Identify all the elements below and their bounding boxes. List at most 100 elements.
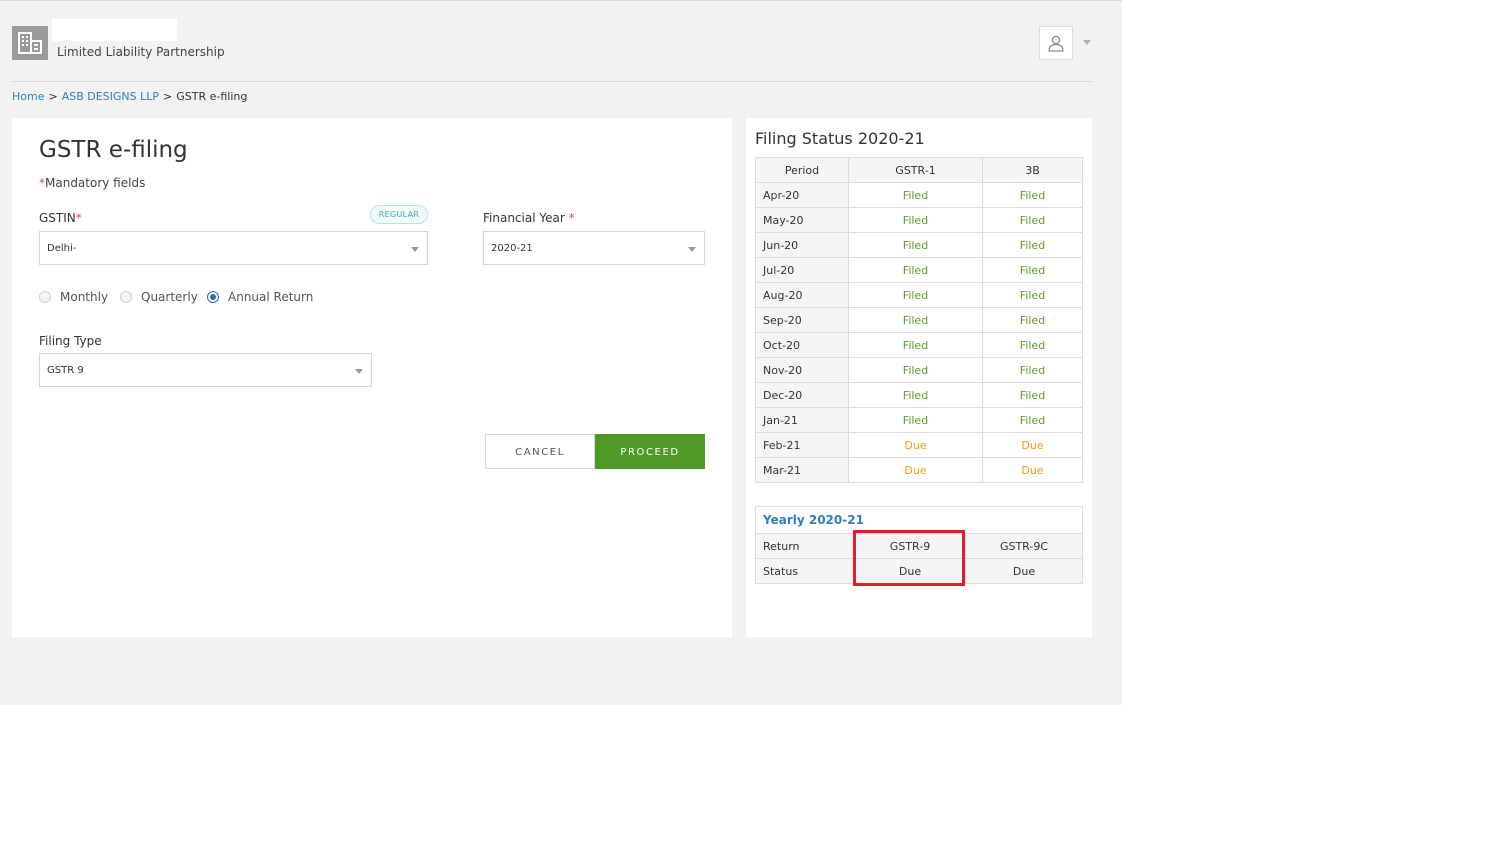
gstr1-status-cell: Filed (848, 382, 983, 408)
yearly-return-gstr9c: GSTR-9C (965, 534, 1082, 559)
breadcrumb-separator: > (163, 90, 173, 103)
table-row: Jul-20 Filed Filed (755, 257, 1083, 283)
radio-annual-return[interactable]: Annual Return (207, 290, 313, 304)
financial-year-label: Financial Year * (483, 211, 575, 225)
cancel-button[interactable]: CANCEL (485, 434, 595, 469)
filing-type-select-value: GSTR 9 (47, 365, 84, 376)
table-row: Apr-20 Filed Filed (755, 182, 1083, 208)
column-header-period: Period (755, 157, 849, 183)
3b-status-cell: Filed (982, 332, 1083, 358)
gstr1-status-cell: Filed (848, 282, 983, 308)
efiling-form-card: GSTR e-filing *Mandatory fields GSTIN* R… (12, 118, 732, 637)
table-row: Aug-20 Filed Filed (755, 282, 1083, 308)
org-type-label: Limited Liability Partnership (57, 45, 225, 59)
3b-status-cell: Filed (982, 407, 1083, 433)
gstin-select[interactable]: Delhi- (39, 231, 428, 265)
building-icon (12, 26, 48, 60)
filing-status-title: Filing Status 2020-21 (755, 129, 925, 148)
period-cell: Dec-20 (755, 382, 849, 408)
period-cell: Jun-20 (755, 232, 849, 258)
filing-type-label: Filing Type (39, 334, 102, 348)
yearly-status-gstr9: Due (854, 558, 966, 583)
period-cell: Feb-21 (755, 432, 849, 458)
required-asterisk: * (75, 211, 82, 225)
filing-type-select[interactable]: GSTR 9 (39, 353, 372, 387)
period-cell: Nov-20 (755, 357, 849, 383)
table-row: Jan-21 Filed Filed (755, 407, 1083, 433)
gstin-select-value: Delhi- (47, 243, 77, 254)
3b-status-cell: Due (982, 457, 1083, 483)
yearly-status-table: Return GSTR-9 GSTR-9C Status Due Due (756, 534, 1082, 583)
3b-status-cell: Due (982, 432, 1083, 458)
gstr1-status-cell: Filed (848, 407, 983, 433)
table-row: May-20 Filed Filed (755, 207, 1083, 233)
3b-status-cell: Filed (982, 307, 1083, 333)
gstr1-status-cell: Filed (848, 332, 983, 358)
gstr1-status-cell: Filed (848, 232, 983, 258)
period-cell: May-20 (755, 207, 849, 233)
user-icon[interactable] (1039, 26, 1073, 60)
gstin-type-badge: REGULAR (370, 205, 428, 224)
gstr1-status-cell: Filed (848, 207, 983, 233)
gstr1-status-cell: Filed (848, 357, 983, 383)
org-name-redacted (52, 19, 177, 41)
gstr1-status-cell: Filed (848, 182, 983, 208)
table-row: Nov-20 Filed Filed (755, 357, 1083, 383)
chevron-down-icon (411, 247, 419, 252)
chevron-down-icon[interactable] (1083, 40, 1091, 45)
gstr1-status-cell: Due (848, 432, 983, 458)
period-cell: Mar-21 (755, 457, 849, 483)
radio-indicator[interactable] (39, 291, 51, 303)
breadcrumb-current: GSTR e-filing (176, 90, 248, 103)
period-cell: Aug-20 (755, 282, 849, 308)
gstr1-status-cell: Filed (848, 307, 983, 333)
table-row: Feb-21 Due Due (755, 432, 1083, 458)
table-row: Oct-20 Filed Filed (755, 332, 1083, 358)
page-title: GSTR e-filing (39, 137, 188, 163)
financial-year-select-value: 2020-21 (491, 243, 533, 254)
table-header-row: Period GSTR-1 3B (755, 157, 1083, 183)
radio-quarterly[interactable]: Quarterly (120, 290, 198, 304)
radio-quarterly-label: Quarterly (141, 290, 198, 304)
table-row: Jun-20 Filed Filed (755, 232, 1083, 258)
table-row: Status Due Due (756, 558, 1082, 583)
period-cell: Oct-20 (755, 332, 849, 358)
3b-status-cell: Filed (982, 207, 1083, 233)
app-window: Limited Liability Partnership Home > ASB D… (0, 0, 1122, 705)
radio-monthly[interactable]: Monthly (39, 290, 108, 304)
financial-year-select[interactable]: 2020-21 (483, 231, 705, 265)
breadcrumb: Home > ASB DESIGNS LLP > GSTR e-filing (12, 90, 247, 103)
3b-status-cell: Filed (982, 257, 1083, 283)
radio-annual-return-label: Annual Return (228, 290, 314, 304)
breadcrumb-company-link[interactable]: ASB DESIGNS LLP (62, 90, 159, 103)
gstin-label-text: GSTIN (39, 211, 76, 225)
table-row: Mar-21 Due Due (755, 457, 1083, 483)
chevron-down-icon (688, 247, 696, 252)
required-asterisk: * (568, 211, 575, 225)
proceed-button[interactable]: PROCEED (595, 434, 705, 469)
3b-status-cell: Filed (982, 282, 1083, 308)
breadcrumb-separator: > (48, 90, 58, 103)
column-header-3b: 3B (982, 157, 1083, 183)
3b-status-cell: Filed (982, 382, 1083, 408)
breadcrumb-home-link[interactable]: Home (12, 90, 44, 103)
gstr1-status-cell: Due (848, 457, 983, 483)
chevron-down-icon (355, 369, 363, 374)
3b-status-cell: Filed (982, 182, 1083, 208)
period-cell: Apr-20 (755, 182, 849, 208)
app-header: Limited Liability Partnership (12, 19, 1092, 82)
yearly-status-panel: Yearly 2020-21 Return GSTR-9 GSTR-9C Sta… (755, 506, 1083, 584)
table-row: Dec-20 Filed Filed (755, 382, 1083, 408)
period-cell: Jan-21 (755, 407, 849, 433)
table-row: Sep-20 Filed Filed (755, 307, 1083, 333)
mandatory-note: *Mandatory fields (39, 176, 145, 190)
3b-status-cell: Filed (982, 357, 1083, 383)
3b-status-cell: Filed (982, 232, 1083, 258)
radio-indicator[interactable] (120, 291, 132, 303)
mandatory-text: Mandatory fields (45, 176, 146, 190)
period-cell: Jul-20 (755, 257, 849, 283)
yearly-status-gstr9c: Due (965, 558, 1082, 583)
period-cell: Sep-20 (755, 307, 849, 333)
yearly-return-gstr9: GSTR-9 (854, 534, 966, 559)
radio-indicator-selected[interactable] (207, 291, 219, 303)
